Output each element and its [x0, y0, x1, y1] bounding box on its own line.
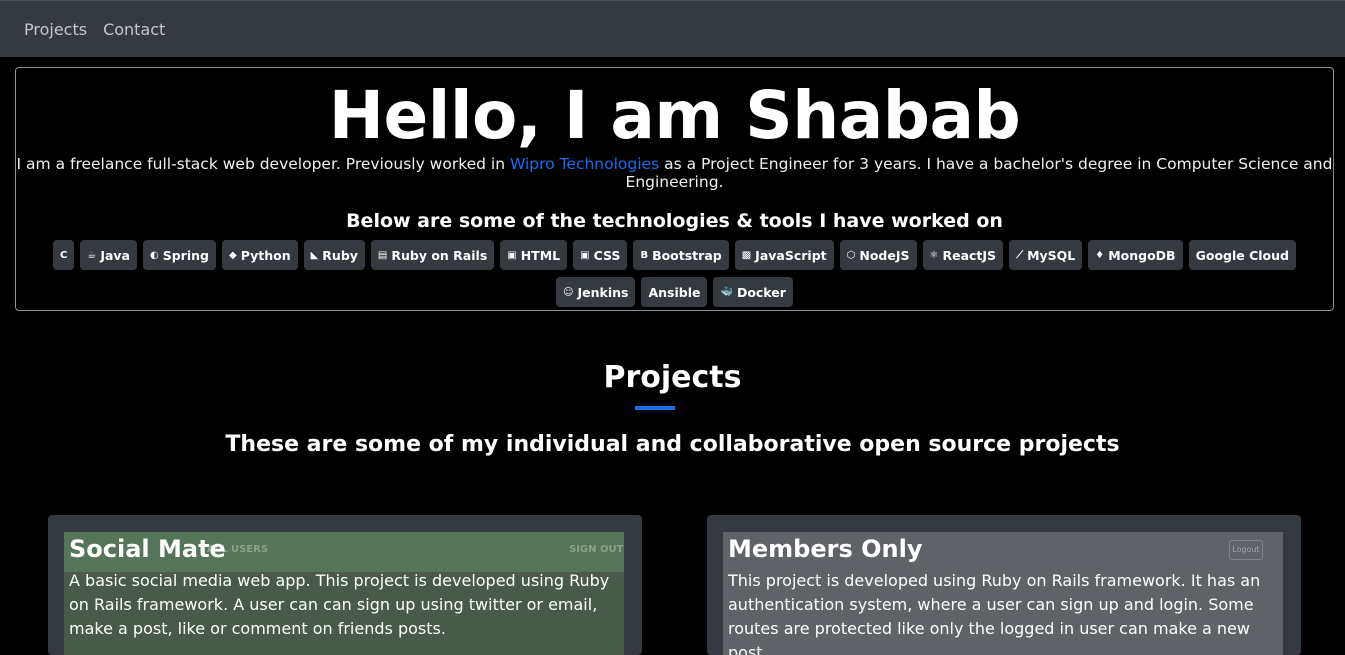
badge-label: Google Cloud [1195, 247, 1289, 263]
project-card-body: Social Mate A basic social media web app… [69, 535, 629, 641]
badge-label: NodeJS [859, 247, 910, 263]
html-icon: ▣ [507, 249, 517, 261]
badge-label: MongoDB [1108, 247, 1176, 263]
project-card-body: Members Only This project is developed u… [728, 535, 1288, 655]
badge-ruby-on-rails: ▤ Ruby on Rails [370, 240, 495, 270]
projects-title: Projects [603, 360, 742, 395]
hero-intro-text-before: I am a freelance full-stack web develope… [16, 155, 510, 173]
spring-icon: ◐ [150, 249, 159, 261]
project-description: This project is developed using Ruby on … [728, 571, 1261, 655]
projects-title-underline [635, 406, 675, 410]
nodejs-icon: ⬡ [846, 249, 856, 261]
badge-label: CSS [593, 247, 621, 263]
badge-label: Spring [162, 247, 209, 263]
badge-mysql: ⟋ MySQL [1009, 240, 1083, 270]
badge-label: Bootstrap [652, 247, 722, 263]
wipro-link[interactable]: Wipro Technologies [510, 155, 659, 173]
badge-python: ◆ Python [221, 240, 298, 270]
c-icon: C [60, 249, 68, 261]
mongodb-icon: ♦ [1095, 249, 1105, 261]
hero-intro: I am a freelance full-stack web develope… [16, 155, 1333, 191]
bootstrap-icon: B [640, 249, 649, 261]
docker-icon: 🐳 [720, 286, 733, 298]
projects-subtitle: These are some of my individual and coll… [225, 432, 1120, 457]
navbar: Projects Contact [0, 0, 1345, 57]
badge-spring: ◐ Spring [143, 240, 216, 270]
project-title: Members Only [728, 535, 923, 563]
badge-html: ▣ HTML [500, 240, 568, 270]
badge-label: Ruby [322, 247, 358, 263]
badge-label: Java [100, 247, 130, 263]
reactjs-icon: ⚛ [929, 249, 939, 261]
jenkins-icon: ☺ [563, 286, 574, 298]
nav-link-contact[interactable]: Contact [103, 20, 165, 39]
badge-css: ▣ CSS [573, 240, 628, 270]
badge-label: Ansible [648, 284, 701, 300]
badge-google-cloud: Google Cloud [1188, 240, 1296, 270]
badge-bootstrap: B Bootstrap [633, 240, 729, 270]
badge-label: JavaScript [755, 247, 827, 263]
badge-label: ReactJS [942, 247, 997, 263]
javascript-icon: ▩ [741, 249, 752, 261]
badge-label: Docker [736, 284, 786, 300]
python-icon: ◆ [228, 249, 237, 261]
rails-icon: ▤ [377, 249, 388, 261]
badge-c: C [53, 240, 75, 270]
ruby-icon: ◣ [310, 249, 319, 261]
badge-ansible: Ansible [641, 277, 708, 307]
badge-mongodb: ♦ MongoDB [1088, 240, 1183, 270]
badge-java: ☕ Java [80, 240, 137, 270]
badge-docker: 🐳 Docker [713, 277, 793, 307]
nav-link-projects[interactable]: Projects [24, 20, 87, 39]
css-icon: ▣ [580, 249, 590, 261]
project-card-members-only[interactable]: Logout Members Only This project is deve… [707, 515, 1301, 655]
project-title: Social Mate [69, 535, 226, 563]
mysql-icon: ⟋ [1016, 249, 1024, 261]
badge-label: Python [240, 247, 291, 263]
badge-label: HTML [520, 247, 561, 263]
badge-label: Ruby on Rails [391, 247, 488, 263]
technology-badges: C ☕ Java ◐ Spring ◆ Python ◣ Ruby ▤ Ruby on Rails ▣… [25, 240, 1325, 307]
badge-nodejs: ⬡ NodeJS [839, 240, 917, 270]
java-icon: ☕ [87, 249, 97, 261]
hero-intro-text-after: as a Project Engineer for 3 years. I hav… [625, 155, 1333, 191]
badge-reactjs: ⚛ ReactJS [922, 240, 1004, 270]
project-card-social-mate[interactable]: ALL USERS SIGN OUT Social Mate A basic s… [48, 515, 642, 655]
badge-label: MySQL [1027, 247, 1076, 263]
hero-title: Hello, I am Shabab [328, 77, 1021, 154]
badge-label: Jenkins [577, 284, 629, 300]
project-description: A basic social media web app. This proje… [69, 571, 610, 638]
badge-ruby: ◣ Ruby [303, 240, 365, 270]
hero-section: Hello, I am Shabab I am a freelance full… [15, 67, 1334, 311]
badge-jenkins: ☺ Jenkins [556, 277, 636, 307]
badge-javascript: ▩ JavaScript [734, 240, 834, 270]
tech-heading: Below are some of the technologies & too… [346, 210, 1003, 232]
